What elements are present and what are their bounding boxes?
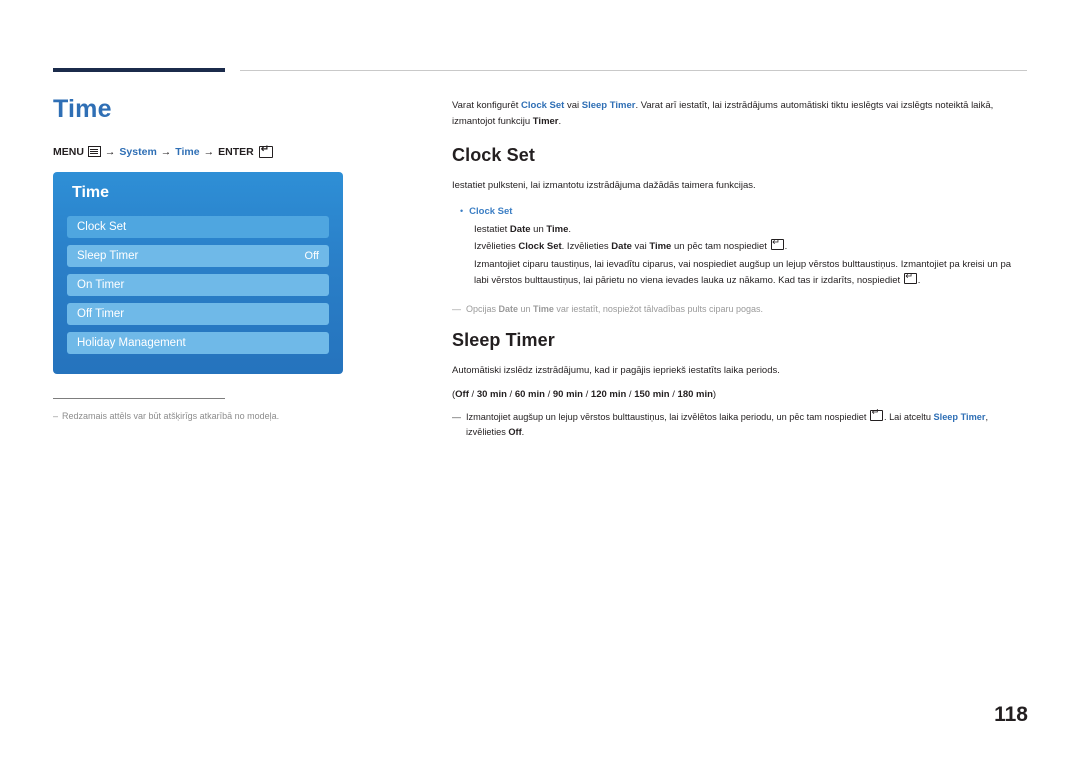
note-text-b: un (518, 304, 534, 315)
osd-item-clock-set[interactable]: Clock Set (67, 216, 329, 238)
bullet-label-clock-set: Clock Set (469, 206, 513, 218)
note-text-a: Izmantojiet augšup un lejup vērstos bult… (466, 411, 869, 422)
section-heading-sleep-timer: Sleep Timer (452, 330, 555, 351)
clock-set-bullet: • Clock Set (460, 203, 1028, 220)
line1-term-date: Date (509, 223, 531, 235)
note-dash: ― (452, 304, 461, 315)
osd-item-label: Sleep Timer (77, 250, 139, 262)
osd-item-value: Off (304, 250, 319, 262)
sleep-timer-options: (Off / 30 min / 60 min / 90 min / 120 mi… (452, 388, 717, 400)
intro-text-c: vai (564, 100, 582, 111)
footnote-divider (53, 398, 225, 399)
note-term-sleep-timer: Sleep Timer (933, 411, 986, 422)
note-text: Opcijas Date un Time var iestatīt, nospi… (466, 302, 763, 316)
option-off: Off (455, 388, 469, 400)
menu-path-menu-label: MENU (53, 145, 84, 158)
clock-set-line-3: Izmantojiet ciparu taustiņus, lai ievadī… (474, 257, 1028, 290)
osd-item-label: On Timer (77, 279, 125, 291)
option-120min: 120 min (590, 388, 627, 400)
menu-path-item-system: System (119, 145, 157, 158)
menu-path-enter-label: ENTER (218, 145, 254, 158)
line1-text-b: un (530, 223, 547, 235)
footnote-text: Redzamais attēls var būt atšķirīgs atkar… (62, 411, 280, 421)
note-term-off: Off (508, 427, 522, 438)
line2-term-time: Time (649, 241, 672, 253)
enter-icon (258, 144, 273, 158)
left-column: Time MENU → System → Time → ENTER (53, 95, 413, 158)
osd-title: Time (72, 184, 110, 201)
osd-panel: Time Clock Set Sleep Timer Off On Timer … (53, 172, 343, 374)
option-90min: 90 min (552, 388, 583, 400)
note-text: Izmantojiet augšup un lejup vērstos bult… (466, 407, 1028, 441)
clock-set-sublist: Iestatiet Date un Time. Izvēlieties Cloc… (474, 222, 1028, 291)
clock-set-note: ― Opcijas Date un Time var iestatīt, nos… (452, 302, 1028, 316)
line1-text-c: . (568, 223, 572, 235)
osd-item-on-timer[interactable]: On Timer (67, 274, 329, 296)
intro-term-sleep-timer: Sleep Timer (581, 100, 636, 111)
left-footnote: – Redzamais attēls var būt atšķirīgs atk… (53, 411, 383, 421)
intro-term-clock-set: Clock Set (521, 100, 565, 111)
osd-item-off-timer[interactable]: Off Timer (67, 303, 329, 325)
right-column: Varat konfigurēt Clock Set vai Sleep Tim… (452, 98, 1028, 441)
option-30min: 30 min (476, 388, 507, 400)
note-term-date: Date (498, 304, 519, 315)
note-term-time: Time (533, 304, 554, 315)
footnote-dash: – (53, 411, 59, 421)
intro-term-timer: Timer (532, 115, 559, 127)
enter-icon (903, 271, 917, 285)
option-60min: 60 min (514, 388, 545, 400)
osd-menu-list: Clock Set Sleep Timer Off On Timer Off T… (67, 216, 329, 361)
intro-paragraph: Varat konfigurēt Clock Set vai Sleep Tim… (452, 98, 1028, 129)
intro-text-a: Varat konfigurēt (452, 100, 522, 111)
enter-icon (869, 407, 883, 421)
note-text-b: . Lai atceltu (883, 411, 934, 422)
note-dash: ― (452, 411, 461, 422)
header-rule-dark (53, 68, 225, 72)
line2-text-b: . Izvēlieties (561, 241, 612, 253)
line3-text-end: . (917, 275, 921, 287)
line2-text-e: . (784, 241, 788, 253)
line2-text-d: un pēc tam nospiediet (671, 241, 770, 253)
osd-item-sleep-timer[interactable]: Sleep Timer Off (67, 245, 329, 267)
menu-path-item-time: Time (175, 145, 200, 158)
options-close-paren: ) (712, 388, 717, 400)
clock-set-line-2: Izvēlieties Clock Set. Izvēlieties Date … (474, 237, 1028, 256)
note-text-d: . (521, 427, 525, 438)
section-heading-clock-set: Clock Set (452, 145, 535, 166)
option-180min: 180 min (677, 388, 713, 400)
menu-path: MENU → System → Time → ENTER (53, 144, 413, 158)
line2-text-a: Izvēlieties (474, 241, 519, 253)
clock-set-line-1: Iestatiet Date un Time. (474, 222, 1028, 239)
line1-text-a: Iestatiet (474, 223, 510, 235)
page-number: 118 (994, 703, 1028, 726)
sleep-timer-description: Automātiski izslēdz izstrādājumu, kad ir… (452, 365, 780, 377)
note-text-c: var iestatīt, nospiežot tālvadības pults… (553, 304, 764, 315)
menu-icon (87, 146, 101, 157)
clock-set-description: Iestatiet pulksteni, lai izmantotu izstr… (452, 180, 756, 192)
osd-item-label: Clock Set (77, 221, 127, 233)
option-150min: 150 min (634, 388, 670, 400)
note-text-a: Opcijas (466, 304, 499, 315)
header-rule-light (240, 70, 1027, 71)
osd-item-holiday-management[interactable]: Holiday Management (67, 332, 329, 354)
osd-item-label: Holiday Management (77, 337, 186, 349)
menu-path-arrow-1: → (104, 145, 116, 158)
line1-term-time: Time (546, 223, 569, 235)
line2-text-c: vai (631, 241, 650, 253)
document-page: Time MENU → System → Time → ENTER Time C… (0, 0, 1080, 763)
line2-term-clock-set: Clock Set (518, 241, 562, 253)
bullet-dot-icon: • (460, 206, 464, 217)
page-title: Time (53, 95, 112, 123)
line2-term-date: Date (611, 241, 632, 253)
sleep-timer-note: ― Izmantojiet augšup un lejup vērstos bu… (452, 407, 1028, 441)
intro-text-e: . (558, 115, 562, 127)
enter-icon (770, 237, 784, 251)
menu-path-arrow-3: → (203, 145, 215, 158)
osd-item-label: Off Timer (77, 308, 125, 320)
line3-text: Izmantojiet ciparu taustiņus, lai ievadī… (474, 258, 1012, 287)
menu-path-arrow-2: → (160, 145, 172, 158)
